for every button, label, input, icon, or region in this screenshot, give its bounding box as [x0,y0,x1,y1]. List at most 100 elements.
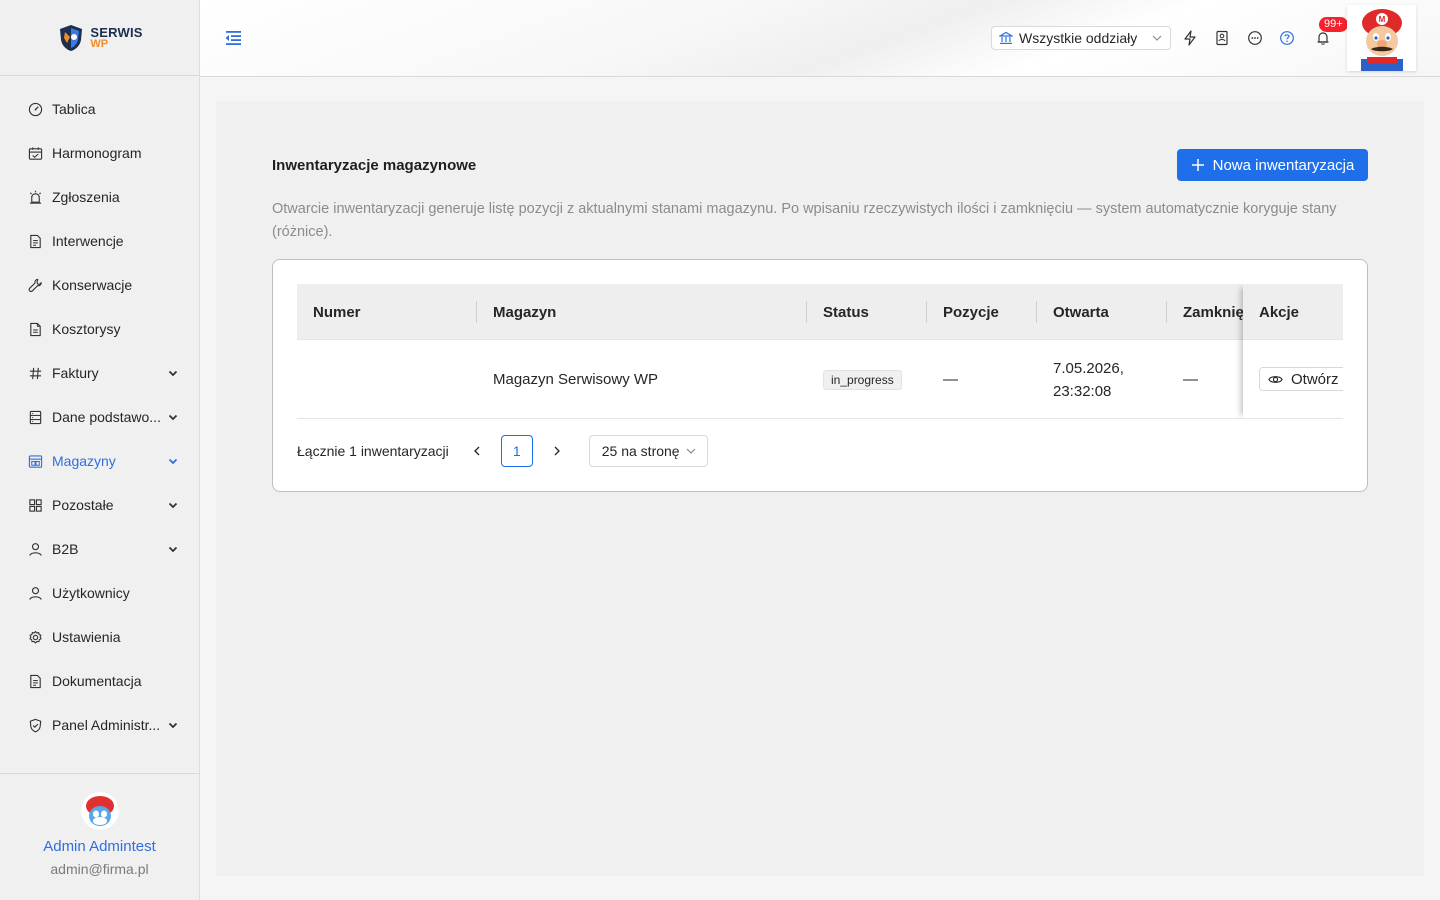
chevron-down-icon [686,448,696,454]
shield-check-icon [28,718,43,733]
chevron-down-icon [167,719,179,731]
notification-badge: 99+ [1319,17,1348,32]
top-header: Wszystkie oddziały 99+ M [200,0,1440,77]
wrench-icon [28,278,43,293]
column-header-numer[interactable]: Numer [313,284,463,340]
cell-status: in_progress [823,340,923,419]
header-avatar[interactable]: M [1347,5,1416,71]
chevron-left-icon [473,446,480,456]
hash-icon [28,366,43,381]
file-icon [28,322,43,337]
contact-card-icon[interactable] [1213,29,1231,47]
pagination-total: Łącznie 1 inwentaryzacji [297,443,449,459]
column-header-status[interactable]: Status [823,284,923,340]
sidebar-item-label: Pozostałe [52,497,114,513]
sidebar-item-kosztorysy[interactable]: Kosztorysy [0,307,199,351]
sidebar-item-label: Panel Administr... [52,717,161,733]
chevron-down-icon [167,367,179,379]
column-header-magazyn[interactable]: Magazyn [493,284,793,340]
cell-numer [313,340,463,419]
sidebar-item-dokumentacja[interactable]: Dokumentacja [0,659,199,703]
sidebar-item-tablica[interactable]: Tablica [0,87,199,131]
prev-page-button[interactable] [465,439,489,463]
status-badge: in_progress [823,369,902,390]
sidebar-item-zgłoszenia[interactable]: Zgłoszenia [0,175,199,219]
sidebar-item-label: Zgłoszenia [52,189,120,205]
cell-zamknieta: — [1183,371,1198,388]
sidebar-item-panel-administr[interactable]: Panel Administr... [0,703,199,747]
sidebar-item-interwencje[interactable]: Interwencje [0,219,199,263]
chevron-down-icon [167,455,179,467]
alarm-icon [28,190,43,205]
sidebar-item-magazyny[interactable]: Magazyny [0,439,199,483]
sidebar-item-label: Tablica [52,101,96,117]
column-header-zamknieta[interactable]: Zamknięta [1183,284,1243,340]
new-inventory-button[interactable]: Nowa inwentaryzacja [1177,149,1368,181]
user-avatar[interactable] [80,792,119,830]
page-title: Inwentaryzacje magazynowe [272,157,477,174]
sidebar-item-faktury[interactable]: Faktury [0,351,199,395]
sidebar-item-label: Magazyny [52,453,116,469]
table-row: Magazyn Serwisowy WP in_progress — 7.05.… [297,340,1343,419]
calendar-icon [28,146,43,161]
lightning-icon[interactable] [1181,29,1199,47]
sidebar-nav: Tablica Harmonogram Zgłoszenia Interwencje K… [0,87,199,747]
dashboard-icon [28,102,43,117]
sidebar-item-label: Dokumentacja [52,673,142,689]
open-inventory-button[interactable]: Otwórz [1259,367,1343,391]
warehouse-icon [28,454,43,469]
open-inventory-button-label: Otwórz [1291,370,1339,388]
main-content: Inwentaryzacje magazynowe Nowa inwentary… [216,101,1424,876]
column-header-pozycje[interactable]: Pozycje [943,284,1033,340]
sidebar-item-label: Faktury [52,365,99,381]
menu-collapse-icon[interactable] [224,30,242,46]
sidebar-item-harmonogram[interactable]: Harmonogram [0,131,199,175]
pagination: Łącznie 1 inwentaryzacji 1 25 na stronę [297,435,708,467]
sidebar-item-pozostałe[interactable]: Pozostałe [0,483,199,527]
sidebar-item-label: Kosztorysy [52,321,121,337]
sidebar-item-użytkownicy[interactable]: Użytkownicy [0,571,199,615]
logo-text-line2: WP [90,37,109,50]
sidebar-item-konserwacje[interactable]: Konserwacje [0,263,199,307]
sidebar-item-label: Dane podstawo... [52,409,161,425]
database-icon [28,410,43,425]
page-description: Otwarcie inwentaryzacji generuje listę p… [272,201,1337,240]
branch-select-value: Wszystkie oddziały [1019,30,1138,46]
sidebar-item-label: Harmonogram [52,145,142,161]
cell-pozycje: — [943,371,958,388]
eye-icon [1268,375,1283,383]
inventory-table: Numer Magazyn Status Pozycje Otwarta Zam… [297,284,1343,419]
cell-otwarta: 7.05.2026, 23:32:08 [1053,340,1163,419]
plus-icon [1191,159,1204,171]
column-header-otwarta[interactable]: Otwarta [1053,284,1163,340]
svg-text:M: M [1379,15,1386,24]
chevron-down-icon [167,543,179,555]
logo-text-line1: SERWIS [90,24,143,40]
branch-select[interactable]: Wszystkie oddziały [991,26,1171,50]
page-size-select[interactable]: 25 na stronę [588,435,708,467]
cell-otwarta-date: 7.05.2026, [1053,359,1124,377]
user-profile[interactable]: Admin Admintest admin@firma.pl [0,773,199,900]
sidebar-item-b2b[interactable]: B2B [0,527,199,571]
sidebar-item-dane-podstawo[interactable]: Dane podstawo... [0,395,199,439]
next-page-button[interactable] [545,439,569,463]
table-header: Numer Magazyn Status Pozycje Otwarta Zam… [297,284,1343,340]
logo[interactable]: SERWIS WP [0,0,199,76]
page-button-1[interactable]: 1 [500,435,533,467]
grid-icon [28,498,43,513]
new-inventory-button-label: Nowa inwentaryzacja [1212,156,1355,174]
page-size-value: 25 na stronę [601,443,680,459]
chat-icon[interactable] [1246,29,1264,47]
sidebar-item-label: Użytkownicy [52,585,130,601]
cell-otwarta-time: 23:32:08 [1053,382,1112,400]
user-name[interactable]: Admin Admintest [0,838,199,855]
sidebar-item-label: Interwencje [52,233,124,249]
sidebar-item-ustawienia[interactable]: Ustawienia [0,615,199,659]
chevron-down-icon [167,499,179,511]
user-icon [28,586,43,601]
document-icon [28,674,43,689]
help-icon[interactable] [1278,29,1296,47]
bank-icon [999,31,1013,44]
gear-icon [28,630,43,645]
logo-shield-icon [60,24,83,51]
